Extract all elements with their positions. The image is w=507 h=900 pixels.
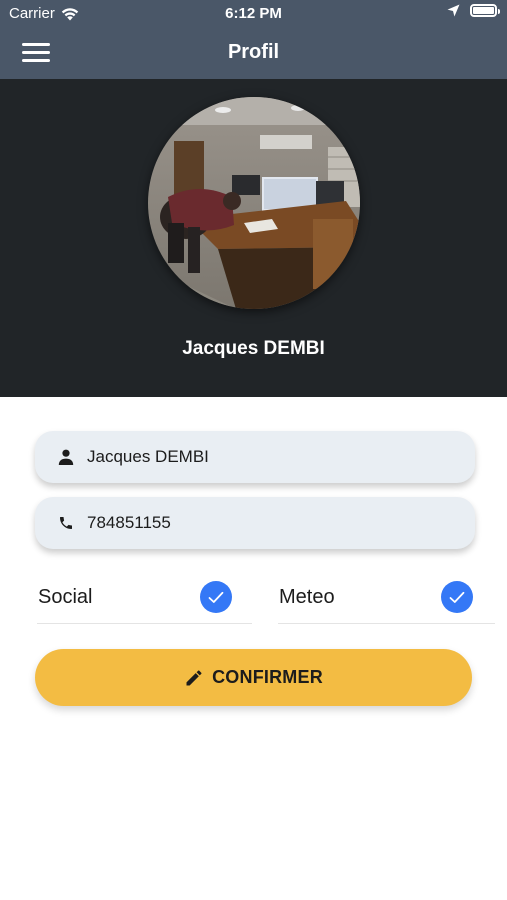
status-time: 6:12 PM	[225, 5, 282, 22]
profile-name: Jacques DEMBI	[182, 338, 325, 359]
name-field[interactable]: Jacques DEMBI	[35, 431, 475, 483]
avatar[interactable]	[148, 97, 360, 309]
status-right	[447, 4, 500, 17]
status-bar: Carrier 6:12 PM	[0, 0, 507, 26]
location-arrow-icon	[447, 4, 460, 17]
checkmark-icon	[208, 591, 224, 603]
meteo-checkbox[interactable]	[441, 581, 473, 613]
profile-header: Jacques DEMBI	[0, 79, 507, 397]
page-title: Profil	[227, 41, 280, 63]
person-icon	[57, 448, 75, 466]
avatar-photo	[148, 97, 360, 309]
checkmark-icon	[449, 591, 465, 603]
name-field-value: Jacques DEMBI	[87, 447, 209, 466]
phone-field[interactable]: 784851155	[35, 497, 475, 549]
social-checkbox[interactable]	[200, 581, 232, 613]
social-toggle-row: Social	[37, 578, 252, 624]
nav-bar: Profil	[0, 26, 507, 79]
confirm-button[interactable]: CONFIRMER	[35, 649, 472, 706]
confirm-button-label: CONFIRMER	[212, 667, 323, 687]
meteo-toggle-row: Meteo	[278, 578, 495, 624]
meteo-label: Meteo	[279, 586, 335, 608]
battery-icon	[470, 4, 500, 17]
phone-field-value: 784851155	[87, 513, 171, 532]
phone-icon	[57, 514, 75, 532]
pencil-icon	[186, 669, 202, 685]
social-label: Social	[38, 586, 93, 608]
